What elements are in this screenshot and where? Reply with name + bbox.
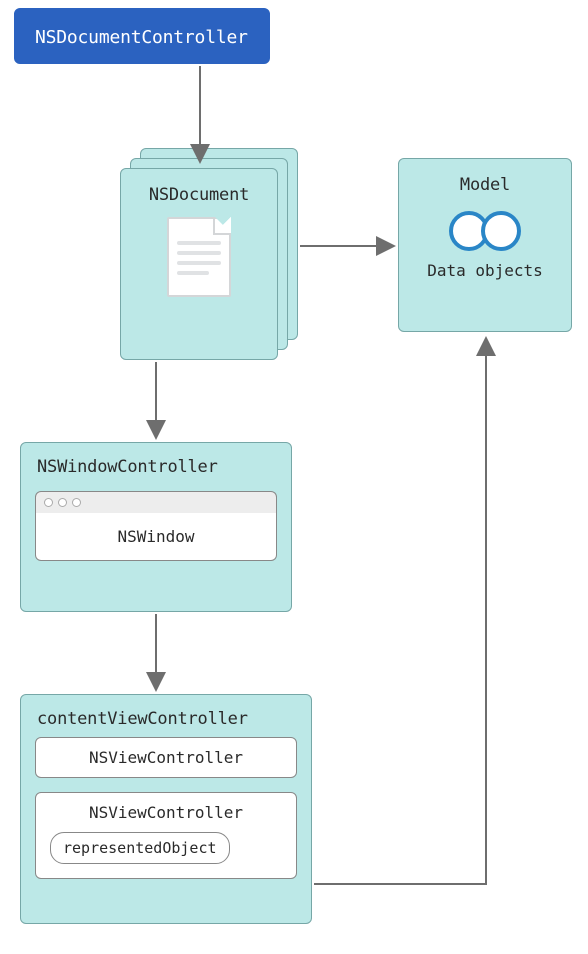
model-caption: Data objects (399, 261, 571, 296)
represented-label: representedObject (63, 839, 217, 857)
content-vc-label: contentViewController (21, 695, 311, 737)
window-label: NSWindow (35, 513, 277, 561)
document-label: NSDocument (121, 169, 277, 213)
vc1-box: NSViewController (35, 737, 297, 778)
document-node: NSDocument (120, 168, 278, 360)
window-titlebar-icon (35, 491, 277, 513)
vc2-box: NSViewController representedObject (35, 792, 297, 879)
doc-controller-node: NSDocumentController (14, 8, 270, 64)
content-vc-node: contentViewController NSViewController N… (20, 694, 312, 924)
document-icon (167, 217, 231, 297)
vc1-label: NSViewController (89, 748, 243, 767)
window-controller-label: NSWindowController (21, 443, 291, 485)
rings-icon (399, 211, 571, 251)
model-node: Model Data objects (398, 158, 572, 332)
doc-controller-label: NSDocumentController (15, 9, 269, 66)
represented-box: representedObject (50, 832, 230, 864)
window-controller-node: NSWindowController NSWindow (20, 442, 292, 612)
model-label: Model (399, 159, 571, 203)
vc2-label: NSViewController (89, 803, 243, 822)
